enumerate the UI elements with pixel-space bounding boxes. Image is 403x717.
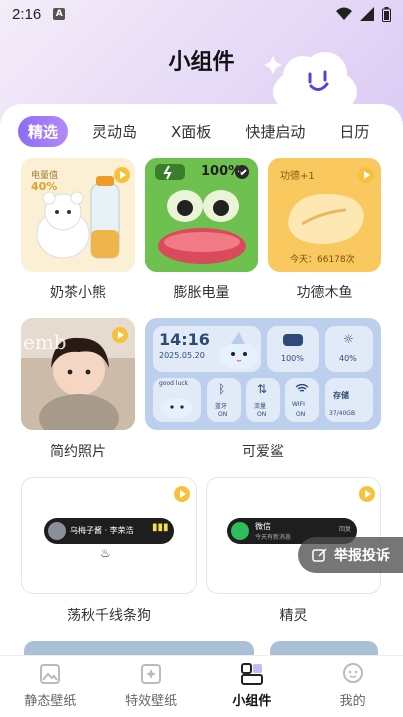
- shark-date: 2025.05.20: [159, 351, 205, 360]
- shark-time: 14:16: [159, 330, 210, 349]
- widget-cute-shark[interactable]: 14:16 2025.05.20 100% ☼ 40% good luck ᛒ …: [145, 318, 381, 430]
- shark-battery-panel: [267, 326, 319, 372]
- widget-frog-battery[interactable]: 100%: [145, 158, 258, 272]
- widget-swing-dog[interactable]: 乌梅子酱 · 李荣浩 ▮▮▮ ♨: [21, 477, 197, 594]
- sparkle-image-icon: [141, 664, 162, 684]
- merit-today-count: 今天：66178次: [290, 255, 355, 265]
- message-preview: 今天有新消息: [255, 534, 292, 541]
- tab-x-panel[interactable]: X面板: [161, 116, 221, 147]
- play-icon: [114, 167, 130, 183]
- nav-label: 我的: [339, 694, 366, 709]
- brightness-icon: ☼: [343, 332, 354, 346]
- tab-dynamic-island[interactable]: 灵动岛: [82, 116, 147, 147]
- frog-battery-value: 100%: [201, 164, 242, 179]
- shark-icon: [219, 332, 259, 369]
- message-title: 微信: [255, 522, 271, 531]
- nav-label: 静态壁纸: [24, 694, 77, 709]
- play-icon: [112, 327, 128, 343]
- bluetooth-label: 蓝牙: [215, 403, 228, 410]
- status-time: 2:16: [12, 5, 42, 23]
- battery-icon: [382, 6, 391, 22]
- category-tabs: 精选 灵动岛 X面板 快捷启动 日历: [0, 114, 403, 148]
- next-row-tile-left[interactable]: [24, 641, 254, 655]
- wooden-fish-illustration: [288, 194, 364, 244]
- dog-illustration: ♨: [100, 546, 111, 560]
- next-row-tile-right[interactable]: [270, 641, 378, 655]
- nav-profile[interactable]: 我的: [302, 656, 403, 717]
- storage-value: 37/40GB: [329, 410, 356, 417]
- nav-effect-wallpaper[interactable]: 特效壁纸: [101, 656, 202, 717]
- tab-featured[interactable]: 精选: [18, 115, 69, 147]
- widget-wooden-fish[interactable]: 功德+1 今天：66178次: [268, 158, 381, 272]
- bear-milk-tea-illustration: [36, 176, 120, 259]
- profile-face-icon: [342, 663, 363, 683]
- photo-watermark: emb: [23, 330, 67, 354]
- widget-caption: 简约照片: [50, 444, 106, 460]
- report-button[interactable]: 举报投诉: [298, 537, 403, 573]
- tab-quick-launch[interactable]: 快捷启动: [235, 116, 315, 147]
- widget-simple-photo[interactable]: emb: [21, 318, 135, 430]
- report-label: 举报投诉: [334, 548, 390, 564]
- play-icon: [358, 167, 374, 183]
- nav-widgets[interactable]: 小组件: [202, 656, 303, 717]
- wifi-icon: [336, 7, 352, 20]
- wifi-state: ON: [296, 411, 306, 418]
- bluetooth-icon: ᛒ: [218, 382, 226, 396]
- wifi-label: WIFI: [292, 401, 305, 408]
- good-luck-text: good luck: [159, 380, 189, 387]
- widget-caption: 荡秋千线条狗: [67, 608, 151, 624]
- wechat-icon: [231, 522, 249, 540]
- status-bar: 2:16 A: [0, 0, 403, 28]
- reply-tag: 回复: [339, 526, 352, 533]
- album-avatar: [48, 522, 66, 540]
- widget-caption: 可爱鲨: [242, 444, 284, 460]
- widget-caption: 奶茶小熊: [50, 285, 106, 301]
- shark-battery-icon: [283, 334, 303, 346]
- play-icon: [359, 486, 375, 502]
- shark-battery-value: 100%: [281, 354, 304, 363]
- edit-icon: [312, 548, 327, 562]
- widget-caption: 精灵: [279, 608, 308, 624]
- shark-brightness-value: 40%: [339, 354, 357, 363]
- nav-label: 小组件: [232, 694, 272, 709]
- notification-icon: A: [53, 8, 66, 20]
- widget-spirit[interactable]: 微信 今天有新消息 回复: [206, 477, 381, 594]
- widget-caption: 功德木鱼: [296, 285, 353, 301]
- song-title: 乌梅子酱 · 李荣浩: [70, 526, 134, 535]
- merit-label: 功德+1: [280, 171, 315, 182]
- nav-static-wallpaper[interactable]: 静态壁纸: [0, 656, 101, 717]
- storage-label: 存储: [333, 391, 349, 400]
- widget-caption: 膨胀电量: [173, 285, 230, 301]
- tab-calendar[interactable]: 日历: [329, 116, 379, 147]
- signal-icon: [360, 7, 374, 21]
- status-icons: [336, 6, 391, 22]
- image-icon: [40, 664, 61, 684]
- mobile-data-state: ON: [257, 411, 267, 418]
- mobile-data-label: 流量: [254, 403, 267, 410]
- bluetooth-state: ON: [218, 411, 228, 418]
- waveform-icon: ▮▮▮: [152, 522, 169, 533]
- widgets-icon: [240, 663, 263, 685]
- bottom-navigation: 静态壁纸 特效壁纸 小组件 我的: [0, 655, 403, 717]
- widget-milk-tea-bear[interactable]: 电量值 40%: [21, 158, 135, 272]
- mobile-data-icon: ⇅: [257, 382, 268, 396]
- shark-small-icon: [161, 398, 193, 418]
- wifi-icon: [295, 384, 309, 392]
- play-icon: [174, 486, 190, 502]
- nav-label: 特效壁纸: [125, 694, 178, 709]
